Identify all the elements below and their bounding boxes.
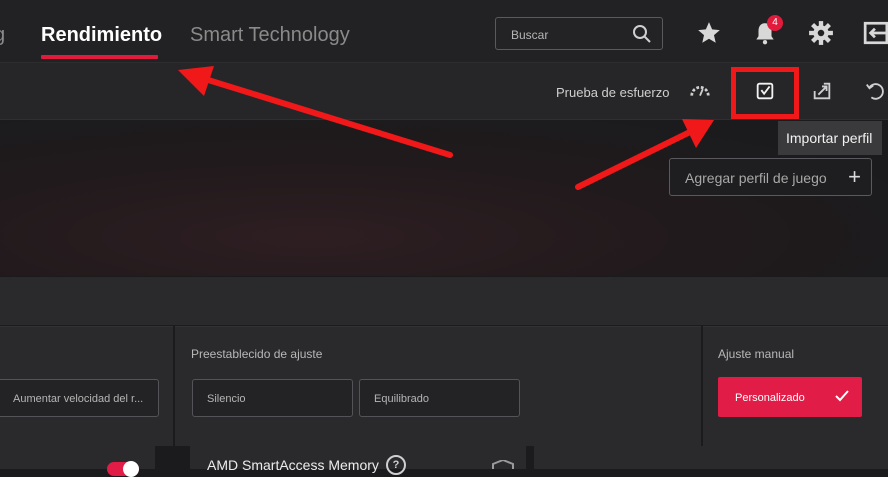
manual-tuning-title: Ajuste manual (718, 347, 795, 361)
search-icon[interactable] (632, 24, 652, 44)
active-tab-underline (41, 55, 158, 59)
bottom-card-right (534, 446, 888, 469)
toggle-knob (123, 461, 139, 477)
preset-silence-button[interactable]: Silencio (192, 379, 353, 417)
export-icon[interactable] (811, 80, 833, 102)
annotation-highlight-box (731, 67, 799, 119)
star-icon[interactable] (696, 20, 722, 46)
reset-icon[interactable] (864, 80, 886, 102)
shield-icon (492, 460, 514, 469)
add-game-profile-label: Agregar perfil de juego (685, 170, 827, 186)
import-profile-tooltip: Importar perfil (778, 121, 882, 155)
increase-speed-option[interactable]: Aumentar velocidad del r... (0, 379, 159, 417)
search-placeholder: Buscar (511, 28, 549, 42)
exit-window-icon[interactable] (863, 20, 888, 46)
gear-icon[interactable] (808, 20, 834, 46)
custom-tuning-label: Personalizado (735, 392, 805, 404)
preset-balanced-button[interactable]: Equilibrado (359, 379, 520, 417)
checkmark-icon (835, 390, 849, 402)
stress-test-label[interactable]: Prueba de esfuerzo (556, 85, 669, 100)
gauge-icon[interactable] (689, 80, 711, 102)
preset-tuning-title: Preestablecido de ajuste (191, 347, 323, 361)
tab-previous-partial[interactable]: g (0, 24, 5, 47)
top-navigation-bar: g Rendimiento Smart Technology Buscar 4 (0, 0, 888, 63)
plus-icon: + (848, 164, 861, 189)
tuning-panel-left: Aumentar velocidad del r... (0, 326, 173, 446)
notification-count-badge: 4 (767, 15, 783, 31)
add-game-profile-button[interactable]: Agregar perfil de juego + (669, 158, 872, 196)
preset-tuning-panel: Preestablecido de ajuste Silencio Equili… (175, 326, 701, 446)
search-input[interactable]: Buscar (495, 17, 663, 50)
tab-smart-technology[interactable]: Smart Technology (190, 24, 350, 47)
help-icon[interactable]: ? (386, 455, 406, 475)
hero-background (0, 120, 888, 276)
custom-tuning-button[interactable]: Personalizado (718, 377, 862, 417)
tab-rendimiento[interactable]: Rendimiento (41, 24, 162, 47)
feature-toggle[interactable] (107, 461, 139, 477)
smartaccess-memory-label: AMD SmartAccess Memory (207, 457, 379, 473)
section-header-band (0, 277, 888, 325)
